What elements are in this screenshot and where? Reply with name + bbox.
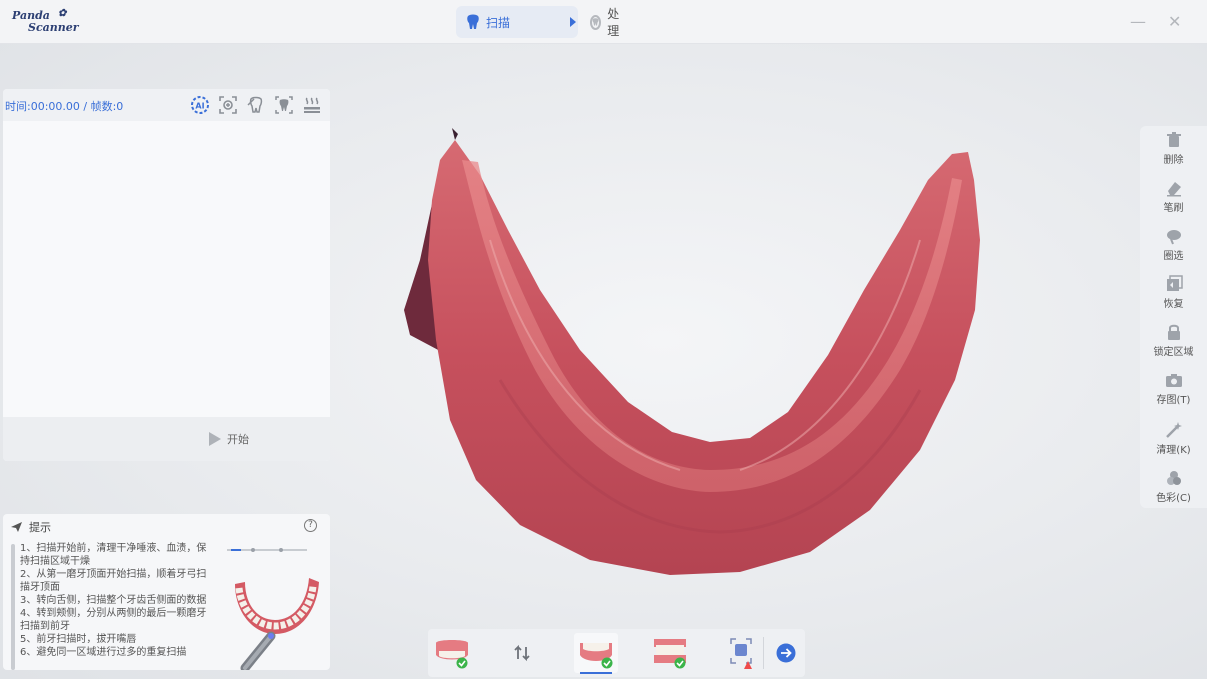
app-logo: Panda ✿ Scanner: [12, 8, 92, 36]
lock-region-label: 锁定区域: [1153, 347, 1194, 358]
jaw-select-bar: [428, 629, 805, 677]
swap-jaw-icon: [514, 644, 530, 662]
send-icon: [11, 522, 22, 532]
logo-text-line2: Scanner: [28, 21, 79, 34]
save-image-button[interactable]: 存图(T): [1140, 368, 1207, 414]
scan-panel-footer: 开始: [3, 417, 330, 461]
scan-model[interactable]: [380, 120, 1000, 600]
tip-line: 2、从第一磨牙顶面开始扫描，顺着牙弓扫描牙顶面: [20, 569, 207, 593]
ai-icon[interactable]: AI: [190, 95, 210, 115]
tip-line: 3、转向舌侧，扫描整个牙齿舌侧面的数据: [20, 595, 207, 606]
tips-header: 提示: [10, 519, 51, 535]
scan-preview-area: [3, 121, 330, 417]
trash-icon: [1166, 132, 1181, 147]
lower-jaw-icon: [580, 643, 613, 669]
bite-warning-icon: [730, 638, 752, 669]
color-label: 色彩(C): [1156, 493, 1191, 504]
scan-panel-header: 时间:00:00.00 / 帧数:0 AI: [3, 89, 330, 121]
restore-label: 恢复: [1163, 299, 1184, 310]
lower-jaw-button[interactable]: [574, 633, 618, 674]
paw-icon: ✿: [58, 8, 67, 19]
tips-panel: 提示 ? 1、扫描开始前，清理干净唾液、血渍，保持扫描区域干燥 2、从第一磨牙顶…: [3, 514, 330, 670]
heat-icon[interactable]: [302, 95, 322, 115]
upper-jaw-button[interactable]: [432, 633, 472, 673]
start-button[interactable]: 开始: [209, 431, 249, 447]
bottom-bar-divider: [763, 637, 764, 669]
lasso-label: 圈选: [1163, 251, 1184, 262]
tab-process[interactable]: 处理: [588, 6, 623, 38]
tip-line: 5、前牙扫描时，拔开嘴唇: [20, 634, 137, 645]
swap-jaw-button[interactable]: [504, 633, 540, 673]
delete-label: 删除: [1163, 155, 1184, 166]
next-button[interactable]: [774, 633, 798, 673]
brush-button[interactable]: 笔刷: [1140, 176, 1207, 222]
scan-guide-illustration: [227, 548, 319, 670]
tab-process-label: 处理: [607, 7, 620, 38]
restore-icon: [1166, 275, 1183, 291]
bite-warning-button[interactable]: [726, 633, 756, 673]
eraser-icon: [1166, 182, 1181, 197]
lasso-icon: [1166, 230, 1181, 245]
magic-wand-icon: [1165, 422, 1182, 438]
restore-button[interactable]: 恢复: [1140, 272, 1207, 318]
tip-line: 6、避免同一区域进行过多的重复扫描: [20, 647, 187, 658]
tip-line: 1、扫描开始前，清理干净唾液、血渍，保持扫描区域干燥: [20, 543, 207, 567]
lock-icon: [1167, 324, 1180, 340]
tips-text: 1、扫描开始前，清理干净唾液、血渍，保持扫描区域干燥 2、从第一磨牙顶面开始扫描…: [20, 542, 210, 670]
delete-button[interactable]: 删除: [1140, 128, 1207, 174]
upper-jaw-icon: [436, 640, 468, 669]
tip-line: 4、转到颊侧，分别从两侧的最后一颗磨牙扫描到前牙: [20, 608, 207, 632]
tab-scan[interactable]: 扫描: [456, 6, 578, 38]
bite-icon: [654, 639, 686, 669]
svg-text:AI: AI: [195, 102, 204, 111]
camera-icon: [1165, 374, 1182, 387]
save-image-label: 存图(T): [1156, 395, 1191, 406]
clean-button[interactable]: 清理(K): [1140, 418, 1207, 464]
tooth-scan-icon[interactable]: [246, 95, 266, 115]
process-tooth-icon: [590, 14, 602, 30]
minimize-icon[interactable]: —: [1130, 12, 1146, 31]
bite-button[interactable]: [650, 633, 690, 673]
tab-arrow-icon: [570, 17, 576, 27]
tips-title: 提示: [29, 521, 51, 534]
next-icon: [776, 643, 796, 663]
tooth-display-icon[interactable]: [274, 95, 294, 115]
tab-scan-label: 扫描: [486, 15, 511, 30]
color-button[interactable]: 色彩(C): [1140, 466, 1207, 512]
focus-scan-icon[interactable]: [218, 95, 238, 115]
title-bar: Panda ✿ Scanner 扫描 处理 — ✕: [0, 0, 1207, 44]
lasso-button[interactable]: 圈选: [1140, 224, 1207, 270]
help-icon[interactable]: ?: [304, 519, 317, 532]
tips-scrollbar[interactable]: [11, 544, 15, 670]
tooth-icon: [467, 14, 479, 29]
time-frame-info: 时间:00:00.00 / 帧数:0: [5, 100, 124, 113]
scan-panel: 时间:00:00.00 / 帧数:0 AI 开始: [3, 89, 330, 461]
clean-label: 清理(K): [1156, 445, 1191, 456]
color-icon: [1166, 471, 1181, 485]
lock-region-button[interactable]: 锁定区域: [1140, 320, 1207, 366]
brush-label: 笔刷: [1163, 203, 1184, 214]
right-toolbar: 删除 笔刷 圈选 恢复 锁定区域 存图(T) 清理(K) 色彩(C): [1140, 126, 1207, 508]
close-icon[interactable]: ✕: [1168, 12, 1181, 31]
start-button-label: 开始: [227, 433, 249, 446]
play-icon: [209, 432, 221, 446]
